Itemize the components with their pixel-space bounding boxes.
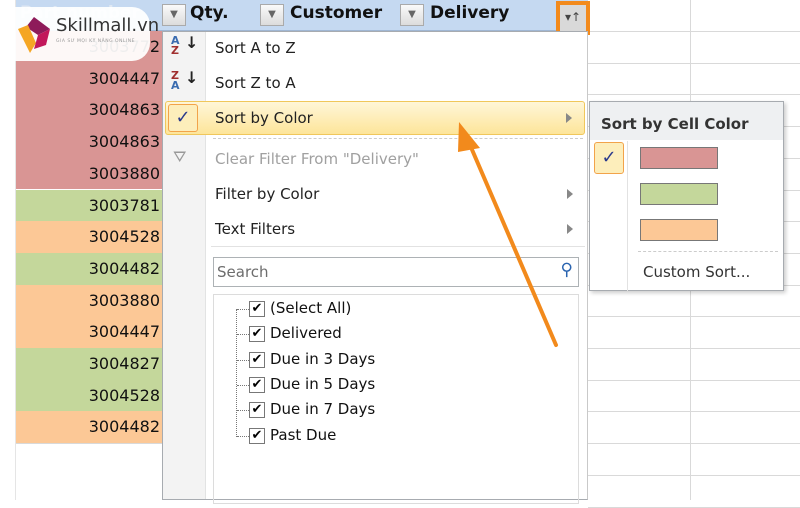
list-item-label[interactable]: Due in 7 Days bbox=[270, 400, 375, 418]
part-number-cell[interactable]: 3003781 bbox=[16, 189, 162, 222]
list-item-label[interactable]: Due in 5 Days bbox=[270, 375, 375, 393]
tree-line bbox=[236, 309, 237, 437]
gridline bbox=[588, 94, 800, 96]
value-list: ✔ (Select All) ✔ Delivered ✔ Due in 3 Days ✔ Du… bbox=[213, 294, 579, 504]
skillmall-logo: Skillmall.vn GIA SƯ MỌI KỸ NĂNG ONLINE bbox=[14, 7, 159, 61]
tree-line bbox=[237, 359, 249, 361]
search-icon: ⚲ bbox=[560, 260, 573, 280]
checkbox[interactable]: ✔ bbox=[249, 376, 265, 393]
menu-sort-by-color-label: Sort by Color bbox=[215, 109, 313, 127]
gridline bbox=[588, 348, 800, 349]
part-number-cell[interactable]: 3004528 bbox=[16, 221, 162, 253]
gridline bbox=[16, 443, 162, 444]
part-number-cell[interactable]: 3004482 bbox=[16, 252, 162, 285]
part-number-cell[interactable]: 3004863 bbox=[16, 94, 162, 127]
submenu-title: Sort by Cell Color bbox=[601, 115, 749, 133]
part-number-cell[interactable]: 3004528 bbox=[16, 379, 162, 412]
list-item-label[interactable]: Delivered bbox=[270, 324, 342, 342]
checkbox[interactable]: ✔ bbox=[249, 351, 265, 368]
gridline bbox=[588, 443, 800, 445]
menu-clear-filter: Clear Filter From "Delivery" bbox=[215, 150, 419, 168]
separator bbox=[211, 246, 585, 247]
check-icon: ✓ bbox=[168, 104, 198, 132]
header-customer: Customer bbox=[290, 3, 383, 23]
gridline bbox=[588, 506, 800, 508]
gridline bbox=[588, 316, 800, 318]
menu-sort-by-color[interactable]: ✓ Sort by Color bbox=[165, 101, 585, 135]
list-item-label[interactable]: Due in 3 Days bbox=[270, 350, 375, 368]
part-number-cell[interactable]: 3004863 bbox=[16, 126, 162, 158]
custom-sort[interactable]: Custom Sort... bbox=[643, 263, 750, 281]
menu-sort-a-to-z[interactable]: Sort A to Z bbox=[215, 39, 296, 57]
gridline bbox=[588, 474, 800, 476]
gridline bbox=[588, 62, 800, 64]
logo-mark-icon bbox=[18, 17, 50, 53]
tree-line bbox=[237, 435, 249, 437]
checkbox[interactable]: ✔ bbox=[249, 326, 265, 343]
gridline bbox=[588, 411, 800, 413]
tree-line bbox=[237, 309, 249, 310]
gridline bbox=[588, 379, 800, 381]
list-item-label[interactable]: (Select All) bbox=[270, 299, 351, 317]
header-delivery: Delivery bbox=[430, 3, 510, 23]
sort-za-icon: Z A ↓ bbox=[171, 68, 199, 92]
gridline bbox=[588, 31, 800, 32]
color-swatch-green[interactable] bbox=[640, 183, 718, 205]
color-swatch-orange[interactable] bbox=[640, 219, 718, 241]
menu-filter-by-color[interactable]: Filter by Color bbox=[215, 185, 319, 203]
clear-filter-icon: ⛛ bbox=[173, 147, 187, 166]
divider bbox=[627, 141, 628, 291]
sort-by-color-submenu: Sort by Cell Color ✓ Custom Sort... bbox=[589, 101, 784, 291]
list-item-label[interactable]: Past Due bbox=[270, 426, 336, 444]
part-number-cell[interactable]: 3003880 bbox=[16, 157, 162, 190]
sort-filter-button-delivery[interactable]: ▾↑ bbox=[556, 1, 590, 35]
tree-line bbox=[237, 334, 249, 336]
tree-line bbox=[237, 410, 249, 412]
menu-sort-z-to-a[interactable]: Sort Z to A bbox=[215, 74, 296, 92]
checkbox[interactable]: ✔ bbox=[249, 402, 265, 419]
filter-dropdown-customer[interactable]: ▼ bbox=[260, 4, 284, 26]
part-number-cell[interactable]: 3004447 bbox=[16, 316, 162, 348]
separator bbox=[638, 251, 778, 252]
submenu-arrow-icon bbox=[567, 224, 573, 234]
checkbox[interactable]: ✔ bbox=[249, 427, 265, 444]
part-number-cell[interactable]: 3004482 bbox=[16, 411, 162, 444]
separator bbox=[213, 138, 583, 139]
logo-tagline: GIA SƯ MỌI KỸ NĂNG ONLINE bbox=[56, 39, 135, 44]
logo-text: Skillmall.vn bbox=[56, 15, 160, 36]
filter-menu: A Z ↓ Sort A to Z Z A ↓ Sort Z to A ✓ Sort b… bbox=[162, 31, 588, 504]
filter-dropdown-qty[interactable]: ▼ bbox=[162, 4, 186, 26]
submenu-arrow-icon bbox=[567, 189, 573, 199]
menu-text-filters[interactable]: Text Filters bbox=[215, 220, 295, 238]
part-number-cell[interactable]: 3004447 bbox=[16, 62, 162, 95]
filter-dropdown-delivery[interactable]: ▼ bbox=[400, 4, 424, 26]
sort-az-icon: A Z ↓ bbox=[171, 33, 199, 57]
color-swatch-red[interactable] bbox=[640, 147, 718, 169]
checkbox[interactable]: ✔ bbox=[249, 301, 265, 317]
part-number-cell[interactable]: 3003880 bbox=[16, 284, 162, 317]
search-input[interactable]: Search ⚲ bbox=[213, 257, 579, 287]
check-icon: ✓ bbox=[594, 142, 624, 174]
search-placeholder: Search bbox=[217, 263, 269, 281]
part-number-cell[interactable]: 3004827 bbox=[16, 348, 162, 380]
submenu-arrow-icon bbox=[566, 113, 572, 123]
tree-line bbox=[237, 384, 249, 386]
header-qty: Qty. bbox=[190, 3, 229, 23]
